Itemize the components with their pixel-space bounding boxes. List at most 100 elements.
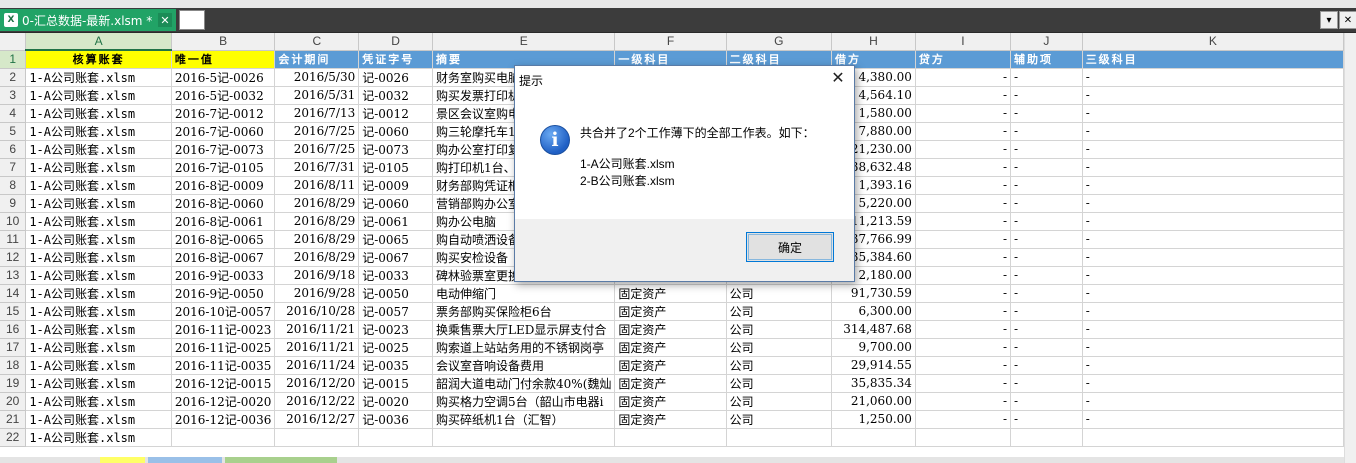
sheet-tab[interactable]	[225, 457, 337, 463]
cell-i[interactable]: -	[915, 338, 1012, 357]
row-header[interactable]: 22	[0, 428, 27, 447]
cell-c[interactable]: 2016/7/13	[274, 104, 360, 123]
cell-d[interactable]: 记-0060	[358, 194, 434, 213]
row-header[interactable]: 2	[0, 68, 27, 87]
cell-i[interactable]: -	[915, 284, 1012, 303]
cell-c[interactable]: 2016/7/25	[274, 122, 360, 141]
cell-j[interactable]: -	[1010, 338, 1083, 357]
header-cell[interactable]: 唯一值	[171, 50, 276, 69]
row-header[interactable]: 8	[0, 176, 27, 195]
cell-c[interactable]: 2016/7/31	[274, 158, 360, 177]
cell-b[interactable]: 2016-8记-0065	[171, 230, 276, 249]
cell-k[interactable]: -	[1082, 392, 1344, 411]
cell-b[interactable]: 2016-7记-0060	[171, 122, 276, 141]
cell-a[interactable]: 1-A公司账套.xlsm	[25, 284, 172, 303]
cell-a[interactable]: 1-A公司账套.xlsm	[25, 158, 172, 177]
cell-d[interactable]: 记-0057	[358, 302, 434, 321]
cell-j[interactable]: -	[1010, 374, 1083, 393]
cell-c[interactable]: 2016/8/29	[274, 194, 360, 213]
cell-k[interactable]: -	[1082, 140, 1344, 159]
select-all-corner[interactable]	[0, 33, 27, 51]
cell-k[interactable]: -	[1082, 374, 1344, 393]
cell-b[interactable]: 2016-7记-0012	[171, 104, 276, 123]
cell-d[interactable]: 记-0020	[358, 392, 434, 411]
cell-a[interactable]: 1-A公司账套.xlsm	[25, 194, 172, 213]
cell-b[interactable]: 2016-11记-0035	[171, 356, 276, 375]
cell-k[interactable]: -	[1082, 230, 1344, 249]
row-header[interactable]: 13	[0, 266, 27, 285]
column-header-f[interactable]: F	[614, 33, 727, 51]
cell-a[interactable]: 1-A公司账套.xlsm	[25, 86, 172, 105]
row-header[interactable]: 1	[0, 50, 27, 69]
cell-i[interactable]: -	[915, 212, 1012, 231]
cell-i[interactable]: -	[915, 320, 1012, 339]
cell-g[interactable]: 公司	[726, 410, 833, 429]
cell-b[interactable]: 2016-9记-0050	[171, 284, 276, 303]
cell-h[interactable]: 6,300.00	[831, 302, 916, 321]
cell-e[interactable]: 购买碎纸机1台（汇智）	[432, 410, 616, 429]
cell-j[interactable]: -	[1010, 86, 1083, 105]
cell-e[interactable]: 韶润大道电动门付余款40%(魏灿	[432, 374, 616, 393]
cell-a[interactable]: 1-A公司账套.xlsm	[25, 230, 172, 249]
cell-f[interactable]: 固定资产	[614, 302, 727, 321]
column-header-b[interactable]: B	[171, 33, 276, 51]
cell-a[interactable]: 1-A公司账套.xlsm	[25, 68, 172, 87]
cell-a[interactable]: 1-A公司账套.xlsm	[25, 140, 172, 159]
cell-k[interactable]: -	[1082, 104, 1344, 123]
row-header[interactable]: 12	[0, 248, 27, 267]
cell-f[interactable]	[614, 428, 727, 447]
cell-j[interactable]: -	[1010, 212, 1083, 231]
cell-k[interactable]: -	[1082, 338, 1344, 357]
close-icon[interactable]: ✕	[828, 68, 848, 88]
cell-g[interactable]: 公司	[726, 356, 833, 375]
cell-c[interactable]: 2016/9/18	[274, 266, 360, 285]
cell-d[interactable]: 记-0067	[358, 248, 434, 267]
cell-g[interactable]: 公司	[726, 392, 833, 411]
cell-d[interactable]: 记-0065	[358, 230, 434, 249]
cell-k[interactable]: -	[1082, 158, 1344, 177]
cell-b[interactable]: 2016-9记-0033	[171, 266, 276, 285]
cell-d[interactable]: 记-0009	[358, 176, 434, 195]
cell-c[interactable]: 2016/11/21	[274, 338, 360, 357]
cell-d[interactable]: 记-0033	[358, 266, 434, 285]
cell-i[interactable]: -	[915, 68, 1012, 87]
cell-b[interactable]: 2016-7记-0073	[171, 140, 276, 159]
cell-e[interactable]: 票务部购买保险柜6台	[432, 302, 616, 321]
cell-j[interactable]: -	[1010, 158, 1083, 177]
cell-i[interactable]	[915, 428, 1012, 447]
cell-b[interactable]: 2016-11记-0025	[171, 338, 276, 357]
cell-d[interactable]: 记-0035	[358, 356, 434, 375]
row-header[interactable]: 16	[0, 320, 27, 339]
cell-d[interactable]	[358, 428, 434, 447]
cell-j[interactable]: -	[1010, 266, 1083, 285]
column-header-c[interactable]: C	[274, 33, 360, 51]
cell-d[interactable]: 记-0023	[358, 320, 434, 339]
cell-i[interactable]: -	[915, 302, 1012, 321]
cell-b[interactable]: 2016-5记-0026	[171, 68, 276, 87]
cell-e[interactable]	[432, 428, 616, 447]
cell-k[interactable]: -	[1082, 320, 1344, 339]
cell-d[interactable]: 记-0050	[358, 284, 434, 303]
cell-j[interactable]: -	[1010, 410, 1083, 429]
cell-b[interactable]: 2016-11记-0023	[171, 320, 276, 339]
row-header[interactable]: 4	[0, 104, 27, 123]
chevron-down-icon[interactable]: ▾	[1320, 11, 1338, 29]
cell-b[interactable]: 2016-8记-0009	[171, 176, 276, 195]
cell-a[interactable]: 1-A公司账套.xlsm	[25, 266, 172, 285]
row-header[interactable]: 17	[0, 338, 27, 357]
cell-f[interactable]: 固定资产	[614, 392, 727, 411]
cell-k[interactable]: -	[1082, 194, 1344, 213]
cell-g[interactable]: 公司	[726, 302, 833, 321]
cell-k[interactable]	[1082, 428, 1344, 447]
cell-h[interactable]: 91,730.59	[831, 284, 916, 303]
header-cell[interactable]: 核算账套	[25, 50, 172, 69]
cell-d[interactable]: 记-0012	[358, 104, 434, 123]
cell-k[interactable]: -	[1082, 410, 1344, 429]
cell-a[interactable]: 1-A公司账套.xlsm	[25, 104, 172, 123]
cell-c[interactable]: 2016/12/22	[274, 392, 360, 411]
column-header-g[interactable]: G	[726, 33, 833, 51]
row-header[interactable]: 18	[0, 356, 27, 375]
cell-b[interactable]: 2016-12记-0036	[171, 410, 276, 429]
cell-j[interactable]: -	[1010, 104, 1083, 123]
cell-c[interactable]: 2016/8/29	[274, 248, 360, 267]
